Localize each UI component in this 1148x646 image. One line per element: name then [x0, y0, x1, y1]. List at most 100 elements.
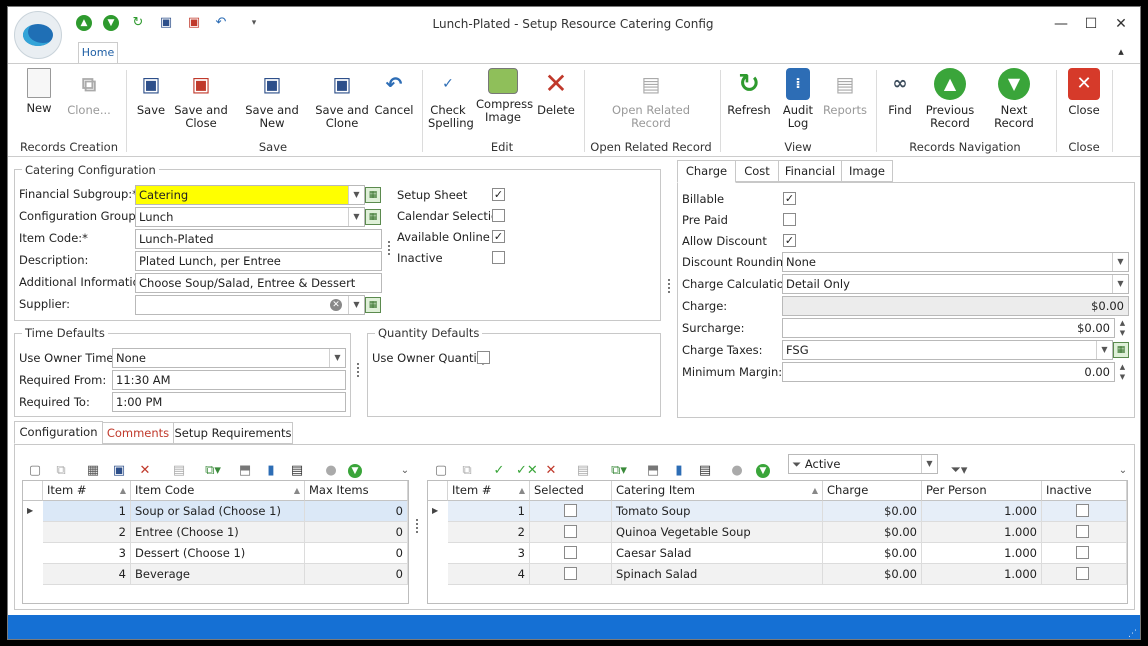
column-header-max-items[interactable]: Max Items — [305, 481, 408, 501]
splitter-handle[interactable] — [357, 363, 360, 377]
discount-rounding-select[interactable]: None ▼ — [782, 252, 1129, 272]
table-cell-item-num[interactable]: 4 — [448, 564, 530, 585]
surcharge-spinner[interactable]: ▲ ▼ — [1116, 318, 1129, 338]
table-cell-selected[interactable] — [530, 564, 612, 585]
column-header-charge[interactable]: Charge — [823, 481, 922, 501]
table-cell-item-num[interactable]: 4 — [43, 564, 131, 585]
move-down-icon[interactable]: ▼ — [756, 464, 770, 478]
check-spelling-button[interactable]: ✓ Check Spelling — [428, 68, 474, 130]
refresh-button[interactable]: ↻ Refresh — [726, 68, 772, 117]
previous-record-button[interactable]: ▲ Previous Record — [924, 68, 976, 130]
selected-checkbox[interactable] — [564, 504, 577, 517]
new-row-icon[interactable]: ▢ — [26, 462, 44, 480]
selected-checkbox[interactable] — [564, 525, 577, 538]
save-and-close-button[interactable]: ▣ Save and Close — [174, 68, 228, 130]
setup-sheet-checkbox[interactable]: ✓ — [492, 188, 505, 201]
save-row-icon[interactable]: ▣ — [110, 462, 128, 480]
move-up-icon[interactable]: ● — [322, 462, 340, 480]
table-cell-per-person[interactable]: 1.000 — [922, 564, 1042, 585]
item-code-field[interactable]: Lunch-Plated — [135, 229, 382, 249]
tab-comments[interactable]: Comments — [102, 422, 174, 444]
tab-setup-requirements[interactable]: Setup Requirements — [173, 422, 293, 444]
app-logo-icon[interactable] — [14, 11, 62, 59]
additional-information-field[interactable]: Choose Soup/Salad, Entree & Dessert — [135, 273, 382, 293]
save-icon[interactable]: ▣ — [158, 15, 174, 31]
move-up-icon[interactable]: ● — [728, 462, 746, 480]
selected-checkbox[interactable] — [564, 567, 577, 580]
column-header-per-person[interactable]: Per Person — [922, 481, 1042, 501]
new-button[interactable]: New — [18, 68, 60, 115]
splitter-handle[interactable] — [668, 279, 671, 293]
table-cell-per-person[interactable]: 1.000 — [922, 543, 1042, 564]
info-icon[interactable]: ▮ — [670, 462, 688, 480]
table-cell-item-num[interactable]: 1 — [43, 501, 131, 522]
table-cell-item-code[interactable]: Beverage — [131, 564, 305, 585]
table-cell-catering-item[interactable]: Quinoa Vegetable Soup — [612, 522, 823, 543]
move-down-icon[interactable]: ▼ — [348, 464, 362, 478]
tab-configuration[interactable]: Configuration — [14, 421, 103, 444]
reports-button[interactable]: ▤ Reports — [822, 68, 868, 117]
inactive-checkbox[interactable] — [492, 251, 505, 264]
next-down-icon[interactable]: ▼ — [103, 15, 119, 31]
allow-discount-checkbox[interactable]: ✓ — [783, 234, 796, 247]
table-cell-max-items[interactable]: 0 — [305, 501, 408, 522]
charge-calculation-select[interactable]: Detail Only ▼ — [782, 274, 1129, 294]
chevron-down-icon[interactable]: ⌄ — [1114, 462, 1132, 480]
billable-checkbox[interactable]: ✓ — [783, 192, 796, 205]
select-check-icon[interactable]: ✓ — [490, 462, 508, 480]
resize-grip-icon[interactable]: ⋰ — [1128, 629, 1137, 639]
description-field[interactable]: Plated Lunch, per Entree — [135, 251, 382, 271]
maximize-button[interactable]: ☐ — [1078, 13, 1104, 35]
save-button[interactable]: ▣ Save — [132, 68, 170, 117]
inactive-checkbox[interactable] — [1076, 525, 1089, 538]
table-cell-item-num[interactable]: 3 — [43, 543, 131, 564]
required-from-field[interactable]: 11:30 AM — [112, 370, 346, 390]
open-related-record-button[interactable]: ▤ Open Related Record — [608, 68, 694, 130]
minimize-button[interactable]: — — [1048, 13, 1074, 35]
lookup-grid-icon[interactable]: ▦ — [365, 187, 381, 203]
filter-menu-icon[interactable]: ⏷▾ — [950, 462, 968, 480]
tab-charge[interactable]: Charge — [677, 160, 736, 183]
delete-row-icon[interactable]: ✕ — [136, 462, 154, 480]
related-icon[interactable]: ▤ — [170, 462, 188, 480]
details-icon[interactable]: ▤ — [696, 462, 714, 480]
splitter-handle[interactable] — [416, 519, 419, 533]
table-cell-inactive[interactable] — [1042, 543, 1127, 564]
table-cell-per-person[interactable]: 1.000 — [922, 522, 1042, 543]
table-cell-item-num[interactable]: 2 — [43, 522, 131, 543]
clone-row-icon[interactable]: ⧉ — [52, 462, 70, 480]
use-owner-times-select[interactable]: None ▼ — [112, 348, 346, 368]
layout-icon[interactable]: ⧉▾ — [204, 462, 222, 480]
table-cell-item-code[interactable]: Soup or Salad (Choose 1) — [131, 501, 305, 522]
splitter-handle[interactable] — [388, 241, 391, 255]
close-button[interactable]: ✕ Close — [1064, 68, 1104, 117]
table-cell-selected[interactable] — [530, 543, 612, 564]
chevron-down-icon[interactable]: ▼ — [348, 296, 364, 314]
layout-icon[interactable]: ⧉▾ — [610, 462, 628, 480]
export-icon[interactable]: ⬒ — [236, 462, 254, 480]
new-row-icon[interactable]: ▢ — [432, 462, 450, 480]
lookup-grid-icon[interactable]: ▦ — [1113, 342, 1129, 358]
table-cell-charge[interactable]: $0.00 — [823, 543, 922, 564]
table-cell-selected[interactable] — [530, 522, 612, 543]
table-cell-selected[interactable] — [530, 501, 612, 522]
table-cell-charge[interactable]: $0.00 — [823, 564, 922, 585]
tab-financial[interactable]: Financial — [778, 160, 842, 182]
tab-image[interactable]: Image — [841, 160, 893, 182]
charge-taxes-select[interactable]: FSG ▼ — [782, 340, 1113, 360]
selected-checkbox[interactable] — [564, 546, 577, 559]
tab-cost[interactable]: Cost — [735, 160, 779, 182]
table-cell-catering-item[interactable]: Tomato Soup — [612, 501, 823, 522]
configuration-group-select[interactable]: Lunch ▼ — [135, 207, 365, 227]
next-record-button[interactable]: ▼ Next Record — [980, 68, 1048, 130]
table-cell-inactive[interactable] — [1042, 522, 1127, 543]
supplier-select[interactable]: ✕ ▼ — [135, 295, 365, 315]
cancel-button[interactable]: ↶ Cancel — [374, 68, 414, 117]
minimum-margin-field[interactable]: 0.00 — [782, 362, 1115, 382]
customize-toolbar-icon[interactable]: ▾ — [246, 15, 262, 31]
delete-button[interactable]: ✕ Delete — [536, 68, 576, 117]
save-and-new-button[interactable]: ▣ Save and New — [234, 68, 310, 130]
audit-log-button[interactable]: ⁞ Audit Log — [778, 68, 818, 130]
refresh-icon[interactable]: ↻ — [130, 15, 146, 31]
inactive-checkbox[interactable] — [1076, 567, 1089, 580]
